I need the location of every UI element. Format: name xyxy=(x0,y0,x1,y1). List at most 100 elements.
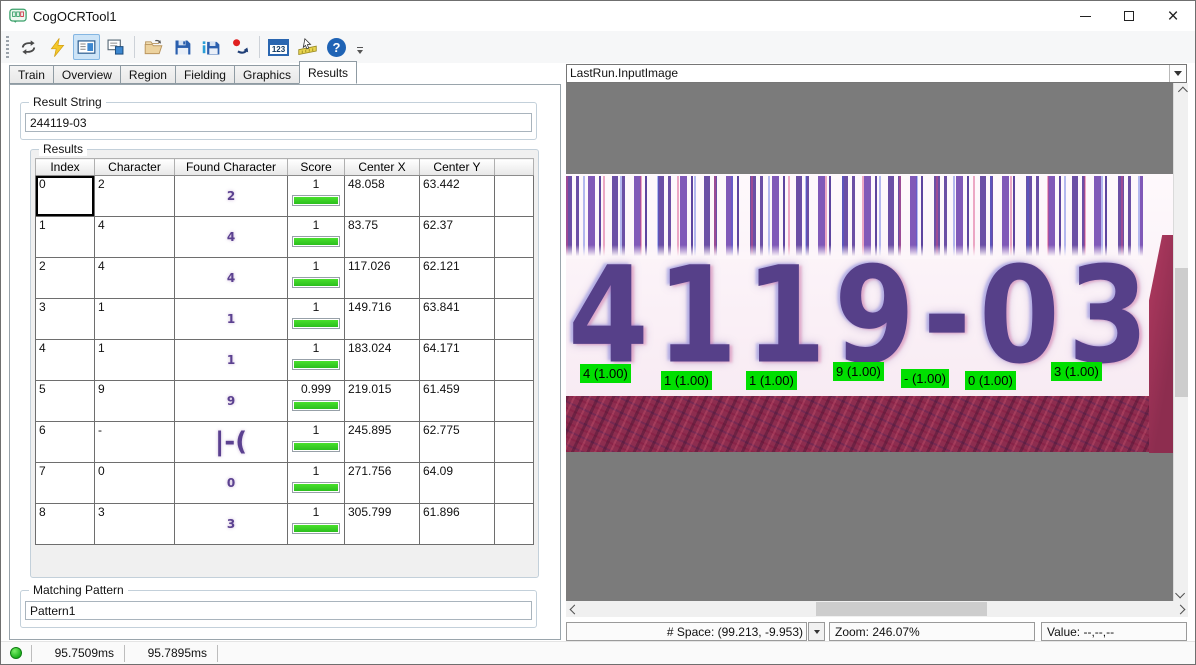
cell-extra[interactable] xyxy=(495,258,534,299)
cell-center-x[interactable]: 183.024 xyxy=(345,340,420,381)
column-header[interactable]: Center X xyxy=(345,159,420,176)
tab-fielding[interactable]: Fielding xyxy=(175,65,235,84)
cell-center-x[interactable]: 117.026 xyxy=(345,258,420,299)
tab-train[interactable]: Train xyxy=(9,65,54,84)
tab-graphics[interactable]: Graphics xyxy=(234,65,300,84)
float-window-button[interactable] xyxy=(102,34,129,60)
open-file-button[interactable] xyxy=(140,34,167,60)
electric-run-button[interactable] xyxy=(44,34,71,60)
run-tool-button[interactable] xyxy=(15,34,42,60)
save-button[interactable] xyxy=(169,34,196,60)
tab-results[interactable]: Results xyxy=(299,61,357,84)
table-row[interactable]: 6 - |-( 1 245.895 62.775 xyxy=(36,422,534,463)
cell-index[interactable]: 5 xyxy=(36,381,95,422)
horizontal-scroll-thumb[interactable] xyxy=(816,602,987,616)
table-row[interactable]: 1 4 4 1 83.75 62.37 xyxy=(36,217,534,258)
cell-character[interactable]: - xyxy=(95,422,175,463)
column-header[interactable]: Character xyxy=(95,159,175,176)
cell-extra[interactable] xyxy=(495,176,534,217)
cell-character[interactable]: 0 xyxy=(95,463,175,504)
cell-score[interactable]: 1 xyxy=(288,299,345,340)
table-row[interactable]: 8 3 3 1 305.799 61.896 xyxy=(36,504,534,545)
cell-extra[interactable] xyxy=(495,463,534,504)
scroll-up-button[interactable] xyxy=(1174,83,1189,99)
close-button[interactable] xyxy=(1151,1,1195,31)
horizontal-scrollbar[interactable] xyxy=(566,601,1188,617)
table-row[interactable]: 2 4 4 1 117.026 62.121 xyxy=(36,258,534,299)
cell-center-y[interactable]: 64.171 xyxy=(420,340,495,381)
cell-index[interactable]: 3 xyxy=(36,299,95,340)
maximize-button[interactable] xyxy=(1107,1,1151,31)
combo-dropdown-button[interactable] xyxy=(1169,65,1186,82)
numeric-display-button[interactable]: 123 xyxy=(265,34,292,60)
cell-center-x[interactable]: 305.799 xyxy=(345,504,420,545)
record-input-button[interactable] xyxy=(227,34,254,60)
cell-center-y[interactable]: 62.37 xyxy=(420,217,495,258)
cell-center-y[interactable]: 61.459 xyxy=(420,381,495,422)
scroll-left-button[interactable] xyxy=(566,601,582,617)
cell-extra[interactable] xyxy=(495,340,534,381)
cell-index[interactable]: 1 xyxy=(36,217,95,258)
matching-pattern-field[interactable] xyxy=(25,601,532,620)
image-viewport[interactable]: 4119-03 4 (1.00)1 (1.00)1 (1.00)9 (1.00)… xyxy=(566,83,1173,601)
cell-score[interactable]: 1 xyxy=(288,176,345,217)
cell-index[interactable]: 0 xyxy=(36,176,95,217)
cell-center-y[interactable]: 62.121 xyxy=(420,258,495,299)
minimize-button[interactable] xyxy=(1063,1,1107,31)
tab-region[interactable]: Region xyxy=(120,65,176,84)
cell-extra[interactable] xyxy=(495,299,534,340)
cell-index[interactable]: 7 xyxy=(36,463,95,504)
result-string-field[interactable] xyxy=(25,113,532,132)
table-row[interactable]: 3 1 1 1 149.716 63.841 xyxy=(36,299,534,340)
cell-extra[interactable] xyxy=(495,217,534,258)
cell-found-character[interactable]: 4 xyxy=(175,217,288,258)
cell-score[interactable]: 1 xyxy=(288,504,345,545)
cell-character[interactable]: 1 xyxy=(95,299,175,340)
toolbar-overflow-button[interactable] xyxy=(354,34,366,60)
cell-found-character[interactable]: 1 xyxy=(175,299,288,340)
cell-center-y[interactable]: 64.09 xyxy=(420,463,495,504)
scroll-right-button[interactable] xyxy=(1172,601,1188,617)
save-results-button[interactable] xyxy=(198,34,225,60)
cell-center-y[interactable]: 62.775 xyxy=(420,422,495,463)
column-header[interactable]: Index xyxy=(36,159,95,176)
cell-center-x[interactable]: 149.716 xyxy=(345,299,420,340)
cell-found-character[interactable]: 4 xyxy=(175,258,288,299)
cell-center-y[interactable]: 63.841 xyxy=(420,299,495,340)
table-row[interactable]: 7 0 0 1 271.756 64.09 xyxy=(36,463,534,504)
cell-score[interactable]: 1 xyxy=(288,463,345,504)
table-row[interactable]: 5 9 9 0.999 219.015 61.459 xyxy=(36,381,534,422)
cell-score[interactable]: 1 xyxy=(288,422,345,463)
cell-found-character[interactable]: 3 xyxy=(175,504,288,545)
cell-found-character[interactable]: 9 xyxy=(175,381,288,422)
cell-score[interactable]: 1 xyxy=(288,340,345,381)
cell-index[interactable]: 6 xyxy=(36,422,95,463)
table-row[interactable]: 0 2 2 1 48.058 63.442 xyxy=(36,176,534,217)
column-header[interactable]: Found Character xyxy=(175,159,288,176)
cell-center-x[interactable]: 83.75 xyxy=(345,217,420,258)
cell-index[interactable]: 8 xyxy=(36,504,95,545)
vertical-scrollbar[interactable] xyxy=(1173,83,1188,601)
table-row[interactable]: 4 1 1 1 183.024 64.171 xyxy=(36,340,534,381)
image-source-combo[interactable]: LastRun.InputImage xyxy=(566,64,1187,83)
column-header[interactable]: Score xyxy=(288,159,345,176)
show-electrode-button[interactable] xyxy=(73,34,100,60)
column-header[interactable] xyxy=(495,159,534,176)
cell-index[interactable]: 4 xyxy=(36,340,95,381)
space-dropdown-button[interactable] xyxy=(808,622,825,641)
cell-score[interactable]: 0.999 xyxy=(288,381,345,422)
cell-center-x[interactable]: 48.058 xyxy=(345,176,420,217)
cell-character[interactable]: 9 xyxy=(95,381,175,422)
cell-center-x[interactable]: 245.895 xyxy=(345,422,420,463)
cell-extra[interactable] xyxy=(495,381,534,422)
cell-found-character[interactable]: 0 xyxy=(175,463,288,504)
column-header[interactable]: Center Y xyxy=(420,159,495,176)
cell-score[interactable]: 1 xyxy=(288,258,345,299)
cell-character[interactable]: 4 xyxy=(95,258,175,299)
toolbar-grip[interactable] xyxy=(6,36,9,58)
cell-character[interactable]: 1 xyxy=(95,340,175,381)
cell-center-y[interactable]: 63.442 xyxy=(420,176,495,217)
cell-character[interactable]: 3 xyxy=(95,504,175,545)
cell-index[interactable]: 2 xyxy=(36,258,95,299)
cell-extra[interactable] xyxy=(495,422,534,463)
